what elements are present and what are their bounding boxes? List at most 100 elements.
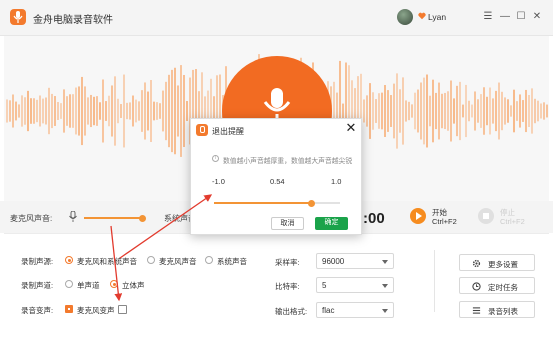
bit-rate-value: 5 xyxy=(322,281,327,290)
source-radio-mic[interactable] xyxy=(147,256,155,264)
dialog-close-button[interactable]: ✕ xyxy=(344,120,358,136)
chevron-down-icon xyxy=(382,309,388,313)
source-option-mic[interactable]: 麦克风声音 xyxy=(159,256,197,267)
scheduled-task-label: 定时任务 xyxy=(488,283,518,292)
waveform-bar xyxy=(21,95,23,127)
waveform-bar xyxy=(150,80,152,142)
start-shortcut: Ctrl+F2 xyxy=(432,217,457,226)
waveform-bar xyxy=(498,82,500,140)
source-option-system[interactable]: 系统声音 xyxy=(217,256,247,267)
start-button[interactable] xyxy=(410,208,426,224)
waveform-bar xyxy=(408,101,410,121)
pitch-current-value: 0.54 xyxy=(270,177,285,186)
chevron-down-icon xyxy=(382,284,388,288)
waveform-bar xyxy=(471,104,473,118)
waveform-bar xyxy=(168,74,170,148)
waveform-bar xyxy=(411,104,413,118)
source-radio-system[interactable] xyxy=(205,256,213,264)
dialog-confirm-button[interactable]: 确定 xyxy=(315,217,348,230)
waveform-bar xyxy=(519,94,521,128)
waveform-bar xyxy=(384,85,386,137)
waveform-bar xyxy=(465,84,467,138)
stop-label[interactable]: 停止 Ctrl+F2 xyxy=(500,208,525,226)
waveform-bar xyxy=(81,76,83,146)
mic-volume-knob[interactable] xyxy=(138,214,146,222)
waveform-bar xyxy=(399,89,401,133)
format-select[interactable]: flac xyxy=(316,302,394,318)
gear-icon xyxy=(472,259,481,268)
menu-icon[interactable]: ☰ xyxy=(481,10,495,24)
waveform-bar xyxy=(390,95,392,127)
avatar[interactable] xyxy=(397,9,413,25)
recording-list-button[interactable]: 录音列表 xyxy=(459,301,535,318)
waveform-bar xyxy=(108,95,110,127)
stop-button[interactable] xyxy=(478,208,494,224)
more-settings-button[interactable]: 更多设置 xyxy=(459,254,535,271)
waveform-bar xyxy=(504,97,506,125)
waveform-bar xyxy=(429,95,431,127)
waveform-bar xyxy=(480,94,482,128)
waveform-bar xyxy=(438,82,440,140)
waveform-bar xyxy=(507,99,509,123)
waveform-bar xyxy=(177,85,179,137)
waveform-bar xyxy=(369,83,371,139)
start-label[interactable]: 开始 Ctrl+F2 xyxy=(432,208,457,226)
waveform-bar xyxy=(483,87,485,135)
waveform-bar xyxy=(66,96,68,126)
waveform-bar xyxy=(15,101,17,121)
dialog-cancel-button[interactable]: 取消 xyxy=(271,217,304,230)
source-radio-mic-system[interactable] xyxy=(65,256,73,264)
waveform-bar xyxy=(510,105,512,117)
channel-radio-stereo[interactable] xyxy=(110,280,118,288)
waveform-bar xyxy=(9,100,11,122)
waveform-bar xyxy=(12,94,14,128)
dialog-title: 退出提醒 xyxy=(212,127,244,136)
pitch-max-label: 1.0 xyxy=(331,177,342,186)
maximize-button[interactable]: ☐ xyxy=(514,10,528,24)
waveform-bar xyxy=(435,92,437,130)
waveform-bar xyxy=(102,79,104,143)
close-button[interactable]: ✕ xyxy=(530,10,544,24)
waveform-bar xyxy=(96,96,98,126)
waveform-bar xyxy=(366,95,368,127)
waveform-bar xyxy=(423,77,425,145)
scheduled-task-button[interactable]: 定时任务 xyxy=(459,277,535,294)
waveform-bar xyxy=(381,92,383,130)
waveform-bar xyxy=(114,76,116,146)
waveform-bar xyxy=(513,89,515,133)
info-icon: i xyxy=(212,155,219,162)
waveform-bar xyxy=(18,104,20,118)
source-option-mic-system[interactable]: 麦克风和系统声音 xyxy=(77,256,137,267)
waveform-bar xyxy=(432,79,434,143)
voice-change-option[interactable]: 麦克风变声 xyxy=(77,305,115,316)
waveform-bar xyxy=(51,93,53,129)
waveform-bar xyxy=(162,90,164,132)
pitch-slider-fill xyxy=(214,202,312,204)
waveform-bar xyxy=(63,89,65,133)
user-name[interactable]: Lyan xyxy=(428,12,446,22)
channel-option-mono[interactable]: 单声道 xyxy=(77,280,100,291)
waveform-bar xyxy=(144,82,146,140)
more-settings-label: 更多设置 xyxy=(488,260,518,269)
pitch-slider-knob[interactable] xyxy=(308,199,316,207)
waveform-bar xyxy=(363,99,365,123)
waveform-bar xyxy=(522,100,524,122)
waveform-bar xyxy=(402,77,404,145)
waveform-bar xyxy=(171,69,173,153)
waveform-bar xyxy=(6,99,8,123)
channel-option-stereo[interactable]: 立体声 xyxy=(122,280,145,291)
minimize-button[interactable]: — xyxy=(498,10,512,24)
voice-settings-icon[interactable] xyxy=(118,305,127,314)
voice-change-checkbox[interactable] xyxy=(65,305,73,313)
bit-rate-select[interactable]: 5 xyxy=(316,277,394,293)
waveform-bar xyxy=(147,91,149,131)
app-logo-icon xyxy=(10,9,26,25)
sample-rate-select[interactable]: 96000 xyxy=(316,253,394,269)
start-text: 开始 xyxy=(432,208,447,217)
waveform-bar xyxy=(30,98,32,124)
stop-shortcut: Ctrl+F2 xyxy=(500,217,525,226)
channel-radio-mono[interactable] xyxy=(65,280,73,288)
waveform-bar xyxy=(120,104,122,118)
waveform-bar xyxy=(414,92,416,130)
waveform-bar xyxy=(186,101,188,121)
